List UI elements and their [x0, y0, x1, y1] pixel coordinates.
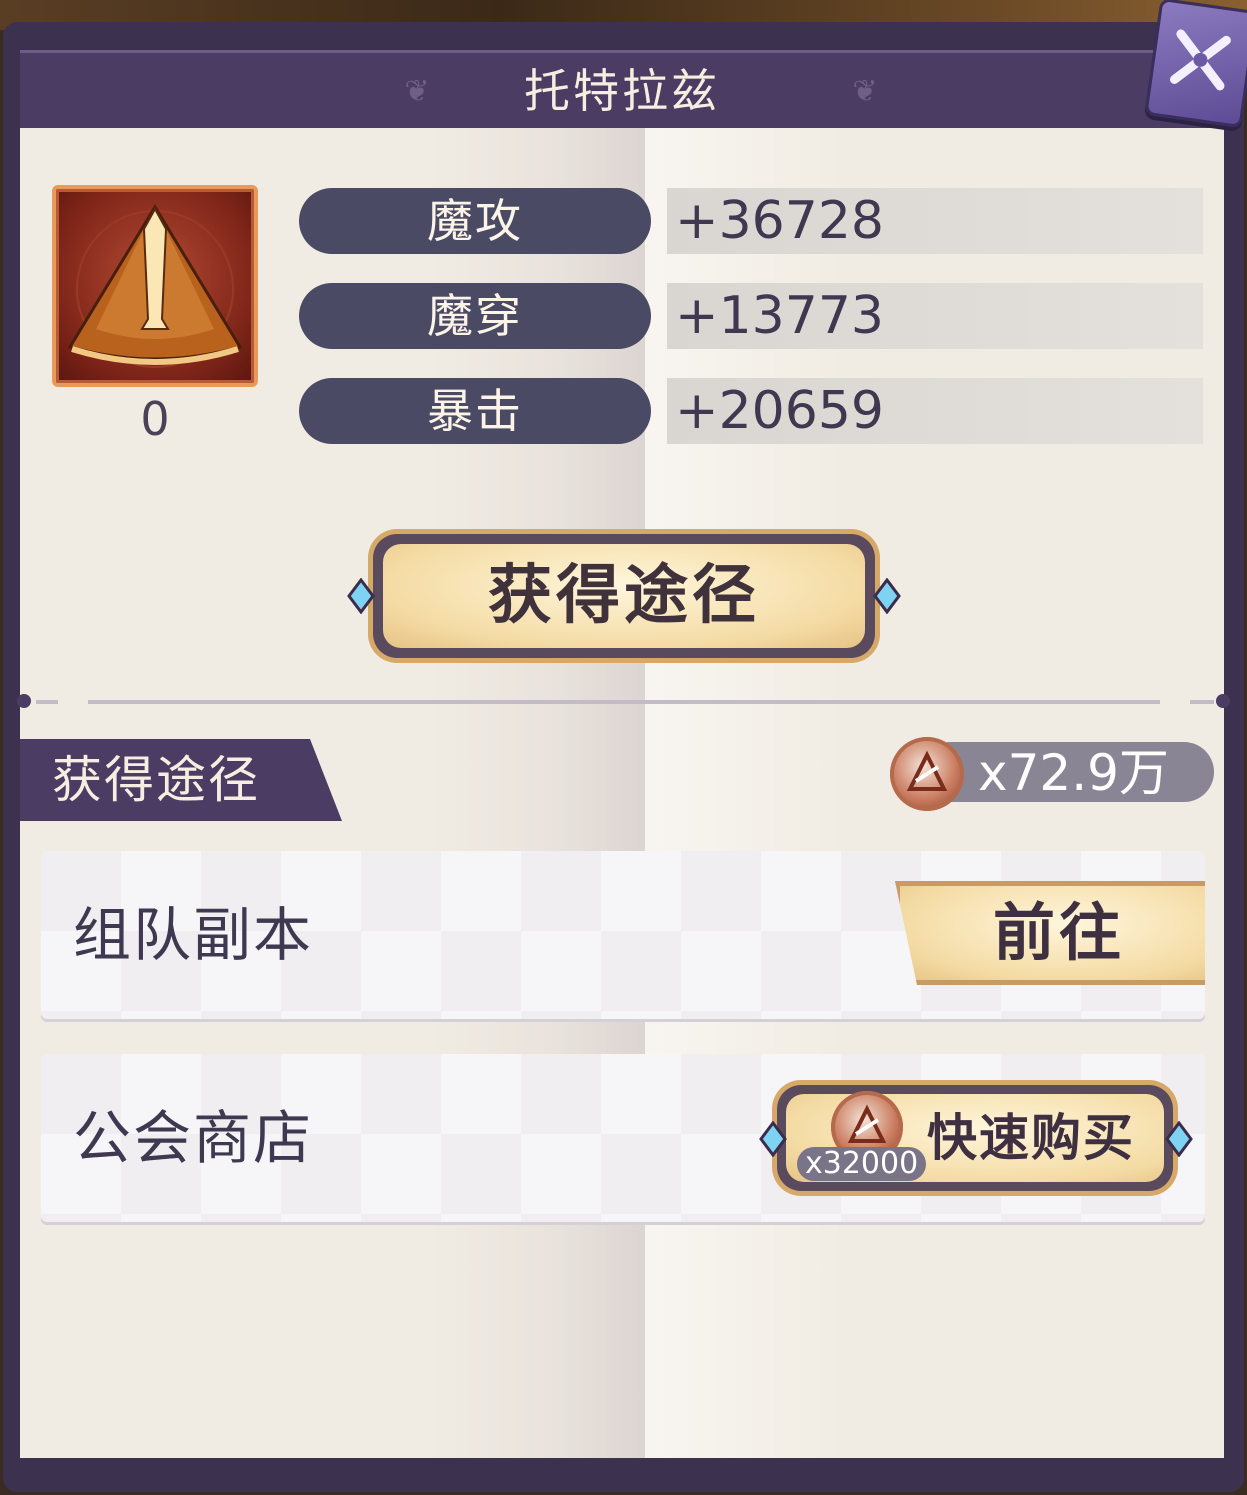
currency-amount: x72.9万 — [978, 744, 1169, 802]
gem-left-icon — [759, 1121, 787, 1157]
stat-value-magic-attack: +36728 — [675, 191, 884, 251]
goto-button[interactable]: 前往 — [889, 877, 1207, 989]
dialog-header: ❦ ❦ 托特拉兹 — [20, 50, 1224, 128]
section-title: 获得途径 — [52, 751, 260, 809]
quick-buy-cost: x32000 — [797, 1147, 927, 1181]
divider-dot — [1216, 694, 1230, 708]
triangle-relic-icon — [52, 185, 258, 387]
quick-buy-button[interactable]: x32000 快速购买 — [753, 1079, 1197, 1197]
close-icon — [1169, 29, 1231, 91]
quick-buy-button-label: 快速购买 — [927, 1109, 1135, 1167]
stat-value-critical: +20659 — [675, 381, 884, 441]
obtain-source-button[interactable]: 获得途径 — [343, 526, 905, 666]
item-count: 0 — [140, 392, 170, 446]
divider-dot — [17, 694, 31, 708]
source-label: 公会商店 — [73, 1104, 314, 1172]
obtain-source-button-label: 获得途径 — [488, 559, 760, 633]
divider-line — [88, 700, 1160, 704]
stat-label-magic-attack: 魔攻 — [299, 188, 651, 254]
stat-label-critical: 暴击 — [299, 378, 651, 444]
stat-value-magic-penetration: +13773 — [675, 286, 884, 346]
stat-label-magic-penetration: 魔穿 — [299, 283, 651, 349]
goto-button-label: 前往 — [992, 896, 1125, 969]
divider-line — [36, 700, 58, 704]
dialog-title: 托特拉兹 — [524, 64, 720, 118]
gem-right-icon — [1165, 1121, 1193, 1157]
close-button[interactable] — [1144, 0, 1247, 129]
guild-coin-icon — [890, 737, 964, 811]
divider-line — [1190, 700, 1214, 704]
source-label: 组队副本 — [73, 901, 314, 969]
